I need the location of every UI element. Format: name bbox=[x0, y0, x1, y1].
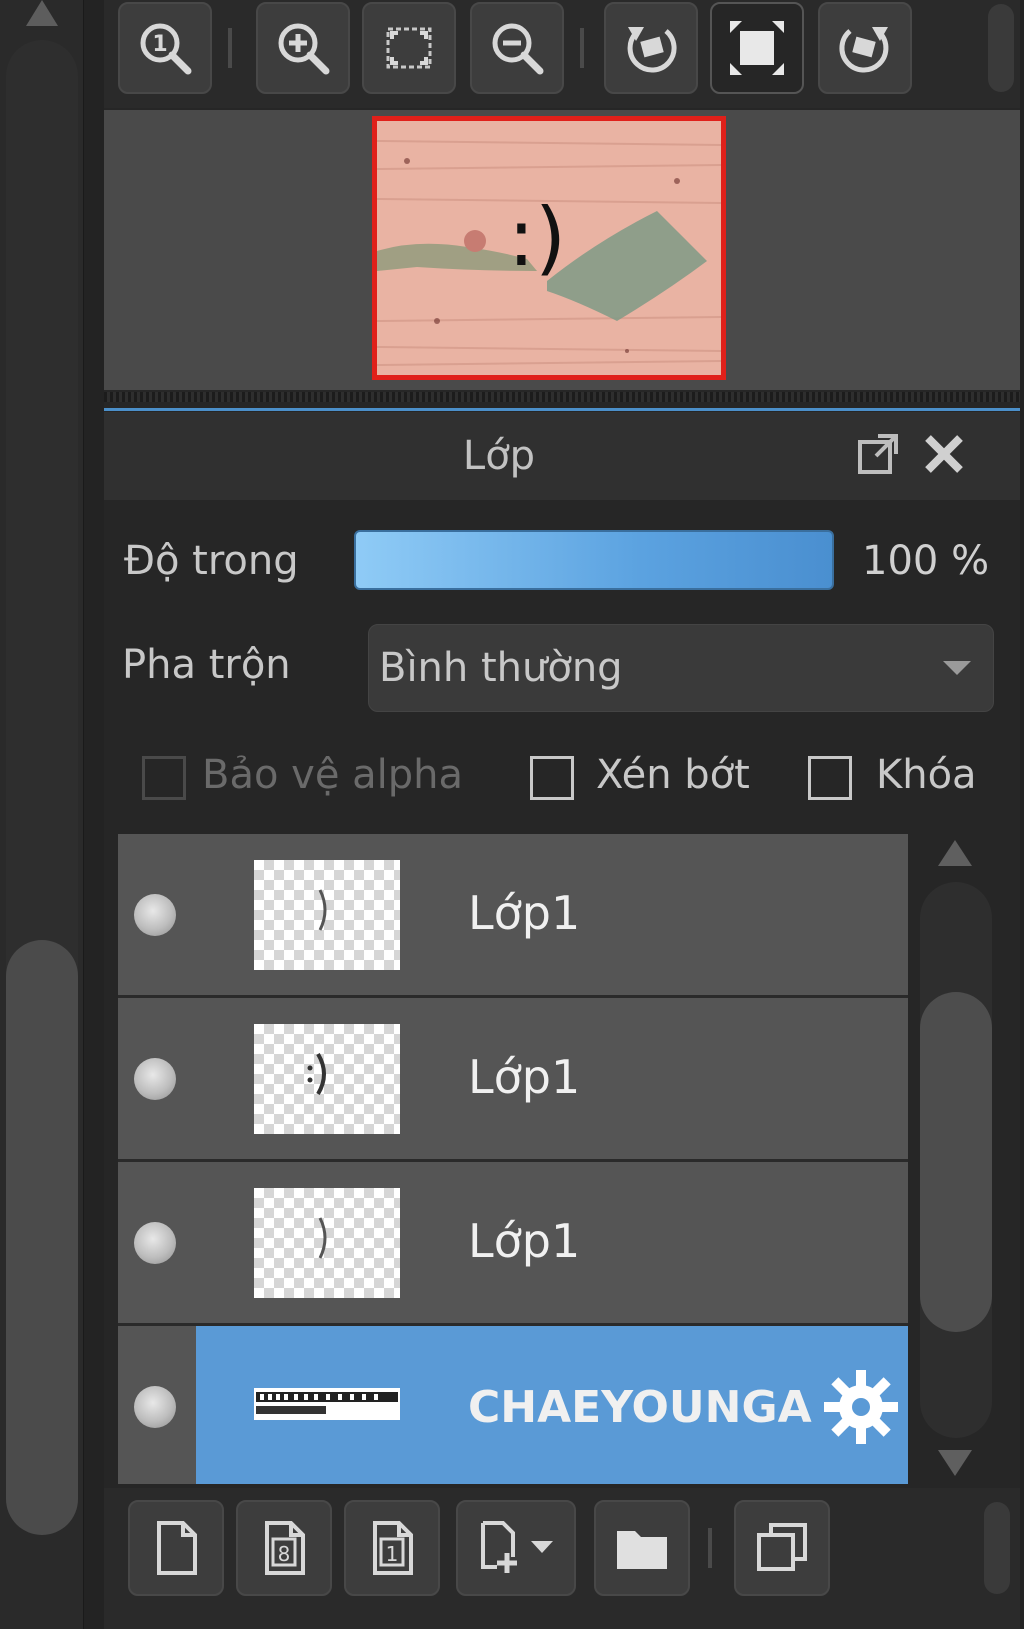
zoom-out-button[interactable] bbox=[470, 2, 564, 94]
chevron-down-icon bbox=[943, 661, 971, 675]
layer-row[interactable]: Lớp1 bbox=[118, 998, 908, 1162]
canvas-thumbnail: :) bbox=[377, 121, 721, 375]
layer-row[interactable]: Lớp1 bbox=[118, 1162, 908, 1326]
blend-label: Pha trộn bbox=[122, 642, 291, 688]
duplicate-layer-button[interactable] bbox=[734, 1500, 830, 1596]
protect-alpha-checkbox[interactable] bbox=[142, 756, 186, 800]
blend-mode-value: Bình thường bbox=[379, 645, 623, 691]
layer-row[interactable]: Lớp1 bbox=[118, 834, 908, 998]
zoom-actual-size-icon: 1 bbox=[140, 23, 192, 75]
opacity-label: Độ trong bbox=[124, 538, 299, 584]
rotate-right-button[interactable] bbox=[818, 2, 912, 94]
lock-checkbox[interactable] bbox=[808, 756, 852, 800]
rotate-left-icon bbox=[627, 27, 677, 73]
layer-list: Lớp1 Lớp1 Lớp1 CHAEYOUNGA bbox=[118, 834, 908, 1484]
opacity-slider[interactable] bbox=[354, 530, 834, 590]
opacity-value: 100 % bbox=[862, 538, 990, 584]
scroll-up-arrow-icon[interactable] bbox=[26, 0, 58, 26]
layer-row-selected[interactable]: CHAEYOUNGA bbox=[118, 1326, 908, 1484]
gear-icon[interactable] bbox=[818, 1364, 904, 1450]
fit-to-window-icon bbox=[386, 27, 432, 69]
new-layer-icon bbox=[157, 1521, 197, 1575]
toolbar-separator bbox=[708, 1528, 712, 1568]
svg-text:8: 8 bbox=[278, 1542, 291, 1566]
toolbar-scrollbar[interactable] bbox=[984, 1502, 1010, 1594]
layer-thumbnail bbox=[254, 1024, 400, 1134]
clipping-label: Xén bớt bbox=[596, 752, 750, 798]
layer-list-scrollbar[interactable] bbox=[916, 834, 992, 1484]
splitter-handle[interactable] bbox=[104, 392, 1020, 402]
flip-frame-icon bbox=[730, 21, 784, 75]
scroll-up-arrow-icon[interactable] bbox=[938, 840, 972, 866]
toolbar-scrollbar[interactable] bbox=[988, 4, 1014, 92]
add-layer-dropdown-button[interactable] bbox=[456, 1500, 576, 1596]
layer-panel-header: Lớp bbox=[104, 412, 1020, 500]
rotate-right-icon bbox=[839, 27, 889, 73]
rotate-left-button[interactable] bbox=[604, 2, 698, 94]
layer-name: Lớp1 bbox=[468, 1214, 581, 1268]
scroll-thumb[interactable] bbox=[6, 940, 78, 1535]
visibility-eye-icon[interactable] bbox=[134, 1222, 176, 1264]
preview-text: :) bbox=[508, 191, 566, 284]
blend-mode-select[interactable]: Bình thường bbox=[368, 624, 994, 712]
toolbar-separator bbox=[580, 28, 584, 68]
visibility-eye-icon[interactable] bbox=[134, 894, 176, 936]
canvas-preview-frame[interactable]: :) bbox=[372, 116, 726, 380]
new-folder-button[interactable] bbox=[594, 1500, 690, 1596]
layer-name: Lớp1 bbox=[468, 1050, 581, 1104]
layer-toolbar: 8 1 bbox=[104, 1488, 1020, 1629]
left-scrollbar[interactable] bbox=[0, 0, 84, 1629]
new-1bit-layer-icon: 1 bbox=[373, 1521, 413, 1575]
close-icon[interactable] bbox=[920, 430, 968, 478]
folder-icon bbox=[617, 1531, 667, 1569]
new-8bit-layer-button[interactable]: 8 bbox=[236, 1500, 332, 1596]
new-1bit-layer-button[interactable]: 1 bbox=[344, 1500, 440, 1596]
navigator-toolbar: 1 bbox=[104, 0, 1020, 108]
visibility-eye-icon[interactable] bbox=[134, 1058, 176, 1100]
layer-name: CHAEYOUNGA bbox=[468, 1382, 812, 1433]
layer-thumbnail bbox=[254, 860, 400, 970]
navigator-preview[interactable]: :) bbox=[104, 110, 1020, 390]
zoom-out-icon bbox=[492, 23, 544, 75]
layer-thumbnail bbox=[254, 1388, 400, 1420]
svg-text:1: 1 bbox=[152, 32, 167, 57]
layer-name: Lớp1 bbox=[468, 886, 581, 940]
visibility-eye-icon[interactable] bbox=[134, 1386, 176, 1428]
panel-title: Lớp bbox=[462, 433, 536, 479]
layer-thumbnail bbox=[254, 1188, 400, 1298]
undock-icon[interactable] bbox=[854, 430, 902, 478]
lock-label: Khóa bbox=[876, 752, 977, 798]
duplicate-layer-icon bbox=[757, 1523, 807, 1571]
zoom-in-button[interactable] bbox=[256, 2, 350, 94]
panel-divider bbox=[104, 408, 1020, 411]
add-layer-dropdown-icon bbox=[481, 1521, 553, 1573]
new-8bit-layer-icon: 8 bbox=[265, 1521, 305, 1575]
new-layer-button[interactable] bbox=[128, 1500, 224, 1596]
scroll-thumb[interactable] bbox=[920, 992, 992, 1332]
zoom-in-icon bbox=[278, 23, 330, 75]
zoom-actual-size-button[interactable]: 1 bbox=[118, 2, 212, 94]
right-panel: 1:) Lớp Độ trong 100 % Pha trộn Bình th… bbox=[104, 0, 1020, 1629]
clipping-checkbox[interactable] bbox=[530, 756, 574, 800]
svg-text:1: 1 bbox=[386, 1542, 399, 1566]
flip-frame-button[interactable] bbox=[710, 2, 804, 94]
toolbar-separator bbox=[228, 28, 232, 68]
fit-to-window-button[interactable] bbox=[362, 2, 456, 94]
scroll-down-arrow-icon[interactable] bbox=[938, 1450, 972, 1476]
protect-alpha-label: Bảo vệ alpha bbox=[202, 752, 464, 798]
